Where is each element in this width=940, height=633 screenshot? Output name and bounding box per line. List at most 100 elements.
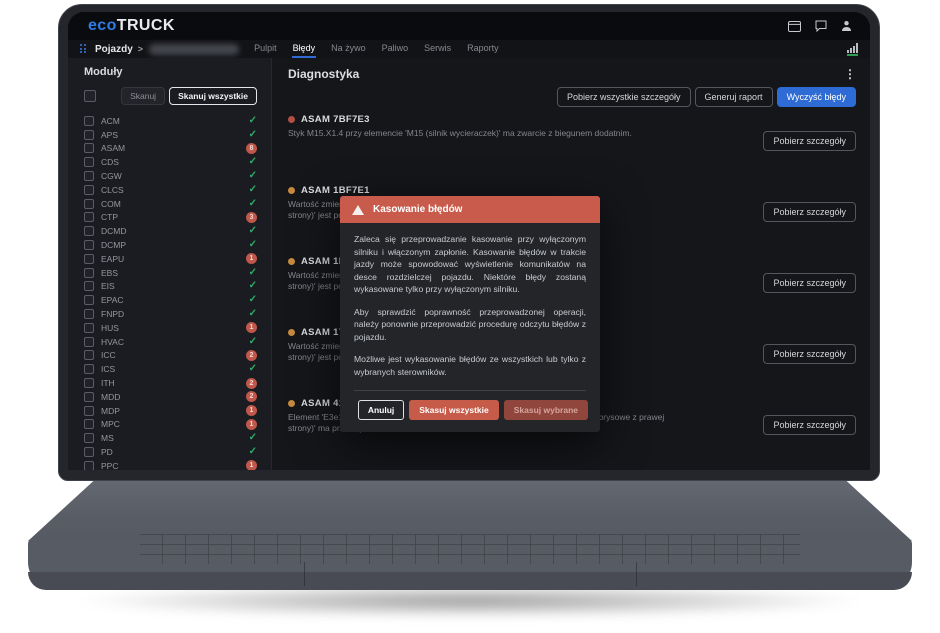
module-checkbox[interactable] xyxy=(84,226,94,236)
select-all-checkbox[interactable] xyxy=(84,90,96,102)
error-count-badge: 2 xyxy=(246,350,257,361)
module-label: PPC xyxy=(101,461,118,470)
logo-eco: eco xyxy=(88,17,117,34)
error-count-badge: 2 xyxy=(246,391,257,402)
module-label: DCMP xyxy=(101,240,126,250)
app-window: ecoTRUCK Pojazdy > Pulpit Błędy Na żywo Pal… xyxy=(68,12,870,470)
tab-na-żywo[interactable]: Na żywo xyxy=(330,40,367,58)
module-row-hus: HUS1 xyxy=(84,321,257,335)
error-count-badge: 1 xyxy=(246,322,257,333)
module-row-icc: ICC2 xyxy=(84,349,257,363)
tab-pulpit[interactable]: Pulpit xyxy=(253,40,278,58)
module-row-hvac: HVAC✓ xyxy=(84,335,257,349)
module-checkbox[interactable] xyxy=(84,185,94,195)
modal-paragraph: Aby sprawdzić poprawność przeprowadzonej… xyxy=(354,306,586,344)
error-entry-body: Styk M15.X1.4 przy elemencie 'M15 (silni… xyxy=(288,128,856,151)
cancel-button[interactable]: Anuluj xyxy=(358,400,404,420)
module-label: PD xyxy=(101,447,113,457)
module-checkbox[interactable] xyxy=(84,337,94,347)
trackpad-divider-left xyxy=(304,562,305,586)
ok-check-icon: ✓ xyxy=(249,171,257,181)
module-checkbox[interactable] xyxy=(84,130,94,140)
user-icon[interactable] xyxy=(841,20,852,32)
vehicle-name-redacted[interactable] xyxy=(149,44,239,55)
module-label: MDP xyxy=(101,406,120,416)
module-checkbox[interactable] xyxy=(84,295,94,305)
download-details-button[interactable]: Pobierz szczegóły xyxy=(763,415,856,435)
kebab-menu-icon[interactable]: ⋮ xyxy=(844,68,856,80)
module-label: ASAM xyxy=(101,143,125,153)
ok-check-icon: ✓ xyxy=(249,240,257,250)
module-checkbox[interactable] xyxy=(84,143,94,153)
module-row-asam: ASAM8 xyxy=(84,142,257,156)
ok-check-icon: ✓ xyxy=(249,337,257,347)
module-checkbox[interactable] xyxy=(84,116,94,126)
module-row-ctp: CTP3 xyxy=(84,211,257,225)
module-checkbox[interactable] xyxy=(84,323,94,333)
module-row-ebs: EBS✓ xyxy=(84,266,257,280)
module-row-eis: EIS✓ xyxy=(84,280,257,294)
module-checkbox[interactable] xyxy=(84,171,94,181)
scan-all-button[interactable]: Skanuj wszystkie xyxy=(169,87,257,105)
module-row-pd: PD ✓ xyxy=(84,445,257,459)
clear-errors-button[interactable]: Wyczyść błędy xyxy=(777,87,856,107)
content: Moduły Skanuj Skanuj wszystkie ACM✓APS✓A… xyxy=(68,58,870,470)
sidebar-title: Moduły xyxy=(84,66,257,78)
module-row-ms: MS✓ xyxy=(84,431,257,445)
module-checkbox[interactable] xyxy=(84,461,94,470)
ok-check-icon: ✓ xyxy=(249,447,257,457)
module-checkbox[interactable] xyxy=(84,392,94,402)
tab-paliwo[interactable]: Paliwo xyxy=(381,40,410,58)
generate-report-button[interactable]: Generuj raport xyxy=(695,87,773,107)
module-checkbox[interactable] xyxy=(84,364,94,374)
tab-serwis[interactable]: Serwis xyxy=(423,40,452,58)
module-label: ACM xyxy=(101,116,120,126)
download-details-button[interactable]: Pobierz szczegóły xyxy=(763,131,856,151)
download-details-button[interactable]: Pobierz szczegóły xyxy=(763,273,856,293)
window-icon[interactable] xyxy=(788,21,801,32)
module-checkbox[interactable] xyxy=(84,378,94,388)
ok-check-icon: ✓ xyxy=(249,433,257,443)
module-row-mdd: MDD2 xyxy=(84,390,257,404)
error-count-badge: 1 xyxy=(246,405,257,416)
breadcrumb[interactable]: Pojazdy xyxy=(95,44,133,55)
module-label: ICS xyxy=(101,364,115,374)
module-checkbox[interactable] xyxy=(84,157,94,167)
download-details-button[interactable]: Pobierz szczegóły xyxy=(763,344,856,364)
module-checkbox[interactable] xyxy=(84,281,94,291)
error-code: ASAM A9F7EC xyxy=(301,469,371,471)
module-checkbox[interactable] xyxy=(84,240,94,250)
module-checkbox[interactable] xyxy=(84,309,94,319)
module-checkbox[interactable] xyxy=(84,447,94,457)
apps-grid-icon[interactable] xyxy=(80,44,87,54)
module-checkbox[interactable] xyxy=(84,419,94,429)
module-checkbox[interactable] xyxy=(84,199,94,209)
error-entry-head: ASAM 7BF7E3 xyxy=(288,113,856,125)
download-details-button[interactable]: Pobierz szczegóły xyxy=(763,202,856,222)
tab-raporty[interactable]: Raporty xyxy=(466,40,500,58)
ok-check-icon: ✓ xyxy=(249,281,257,291)
clear-all-button[interactable]: Skasuj wszystkie xyxy=(409,400,498,420)
module-checkbox[interactable] xyxy=(84,268,94,278)
download-all-details-button[interactable]: Pobierz wszystkie szczegóły xyxy=(557,87,691,107)
signal-bars-icon[interactable] xyxy=(847,43,858,56)
ok-check-icon: ✓ xyxy=(249,185,257,195)
tab-błędy[interactable]: Błędy xyxy=(292,40,317,58)
error-count-badge: 1 xyxy=(246,253,257,264)
module-checkbox[interactable] xyxy=(84,433,94,443)
module-checkbox[interactable] xyxy=(84,350,94,360)
error-code: ASAM 7BF7E3 xyxy=(301,114,370,125)
module-checkbox[interactable] xyxy=(84,254,94,264)
severity-dot-icon xyxy=(288,116,295,123)
module-row-cgw: CGW✓ xyxy=(84,169,257,183)
chat-icon[interactable] xyxy=(815,20,827,32)
clear-selected-button[interactable]: Skasuj wybrane xyxy=(504,400,588,420)
breadcrumb-chevron-icon: > xyxy=(138,44,143,54)
module-checkbox[interactable] xyxy=(84,406,94,416)
modal-paragraph: Zaleca się przeprowadzanie kasowanie prz… xyxy=(354,233,586,296)
error-entry-head: ASAM 1BF7E1 xyxy=(288,184,856,196)
titlebar: ecoTRUCK xyxy=(68,12,870,40)
scan-button[interactable]: Skanuj xyxy=(121,87,165,105)
warning-triangle-icon xyxy=(352,205,364,215)
module-checkbox[interactable] xyxy=(84,212,94,222)
